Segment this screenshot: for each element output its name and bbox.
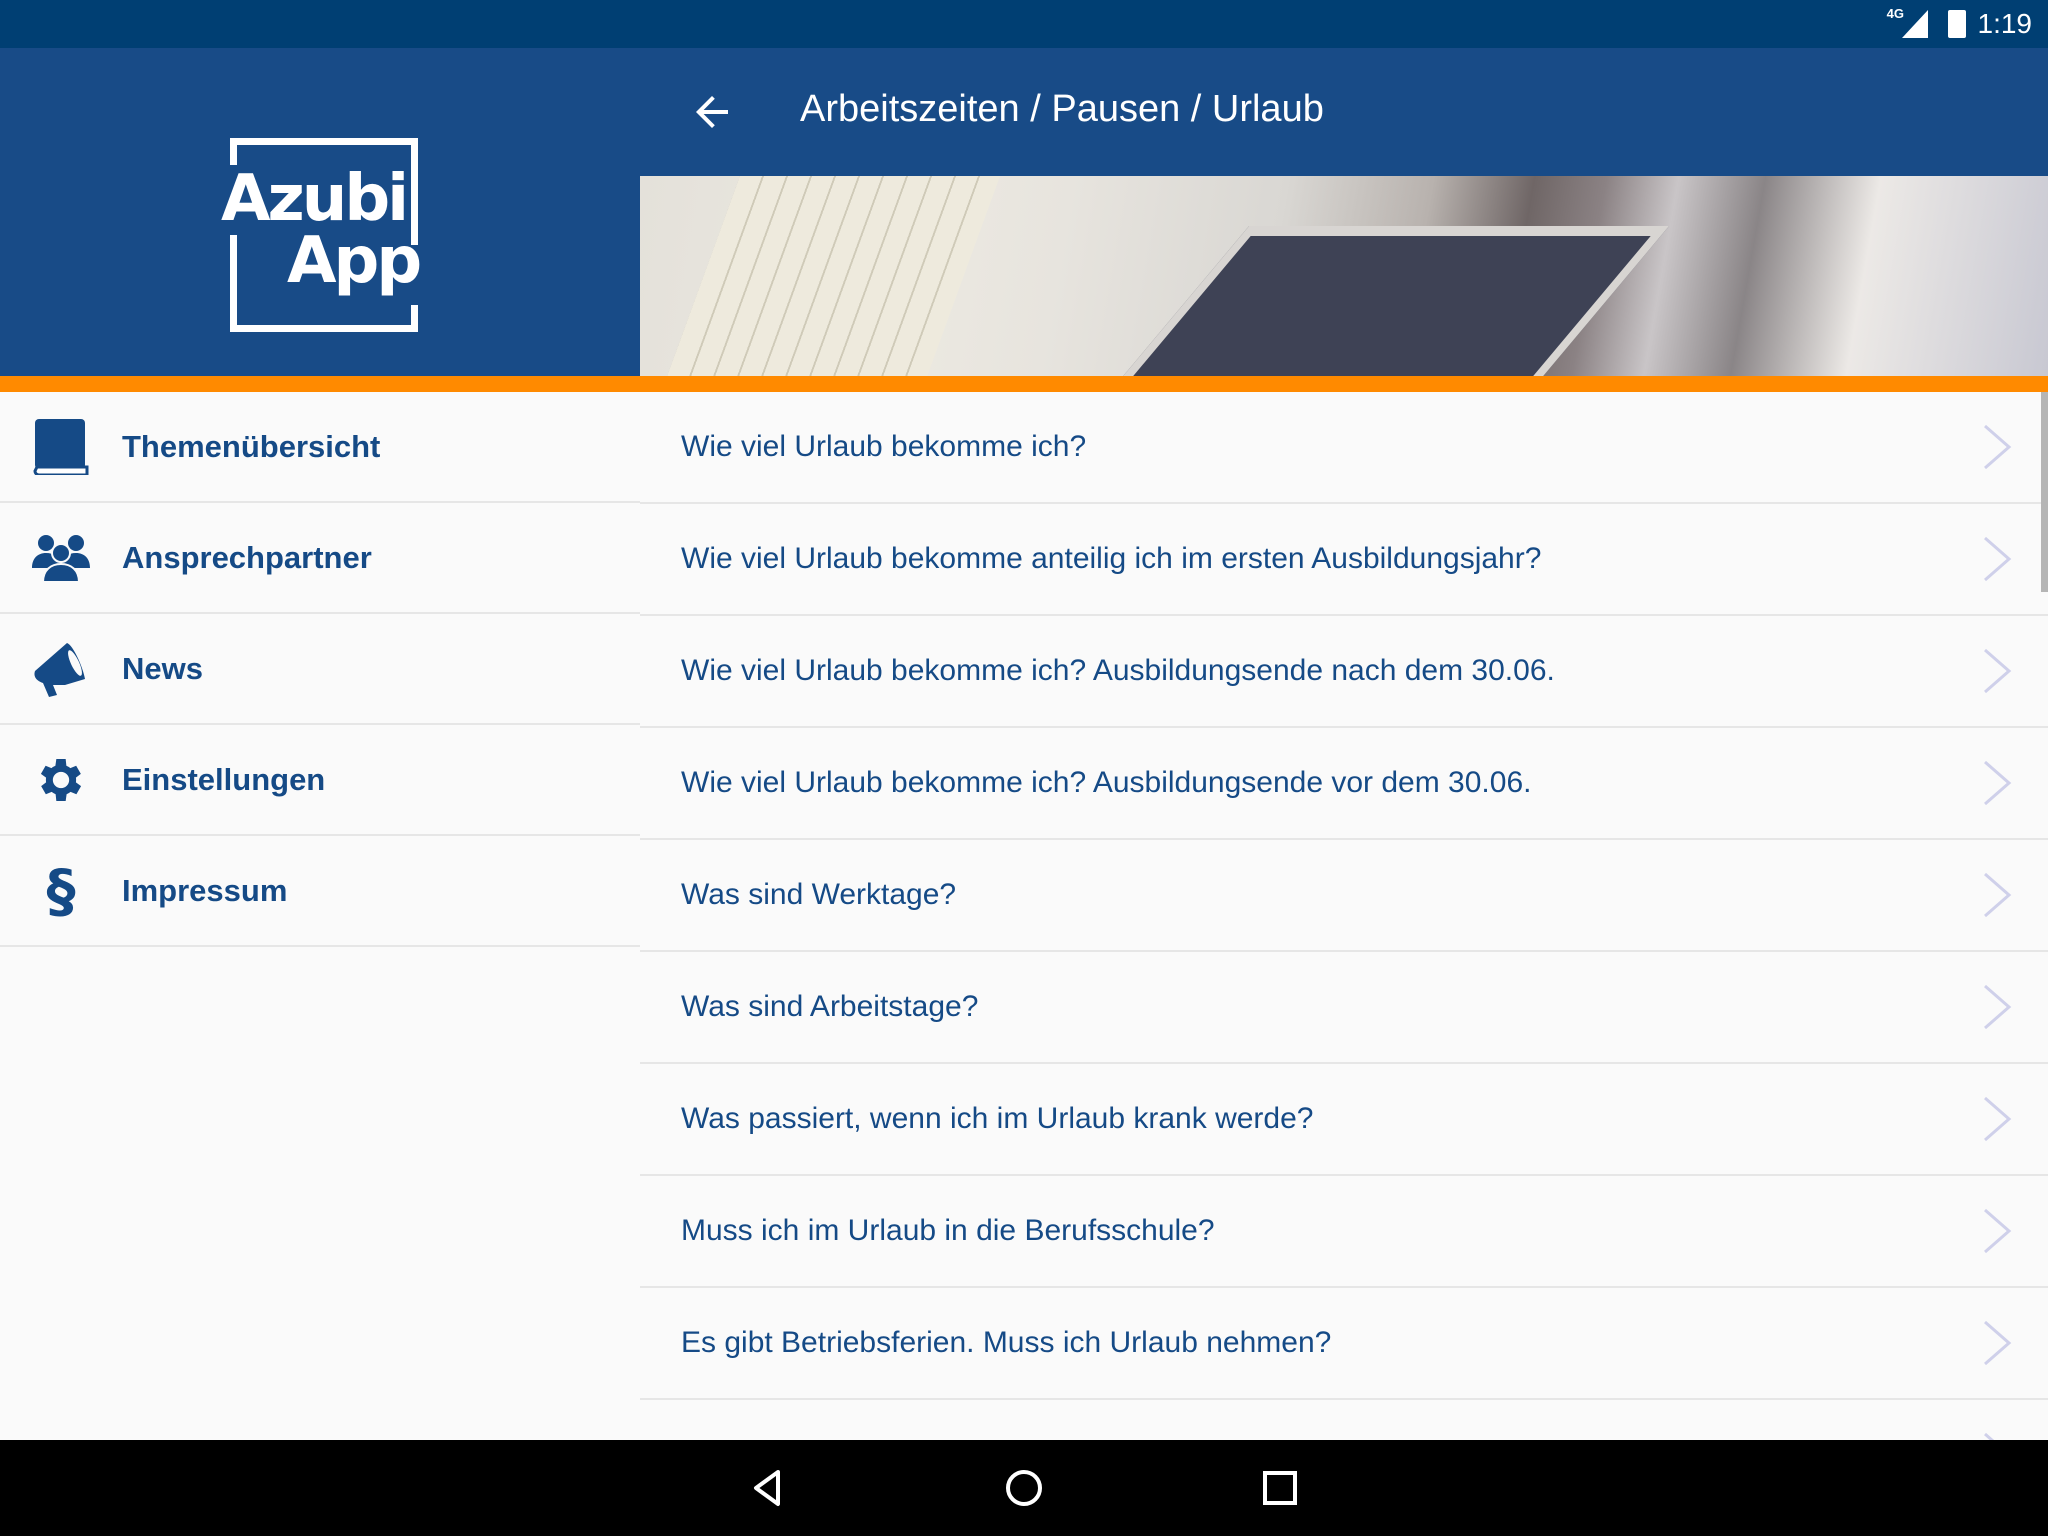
chevron-right-icon <box>1984 424 2012 470</box>
list-item[interactable]: Wie viel Urlaub bekomme anteilig ich im … <box>640 504 2048 616</box>
battery-icon <box>1948 10 1966 38</box>
arrow-left-icon <box>696 96 728 128</box>
clock: 1:19 <box>1977 8 2033 39</box>
sidebar-item-themenuebersicht[interactable]: Themenübersicht <box>0 392 640 503</box>
system-navigation-bar <box>0 1440 2048 1536</box>
list-item[interactable]: Es gibt Betriebsferien. Muss ich Urlaub … <box>640 1288 2048 1400</box>
list-item[interactable] <box>640 1400 2048 1440</box>
list-item[interactable]: Wie viel Urlaub bekomme ich? Ausbildungs… <box>640 728 2048 840</box>
sidebar-item-impressum[interactable]: § Impressum <box>0 836 640 947</box>
chevron-right-icon <box>1984 1096 2012 1142</box>
list-item[interactable]: Was sind Werktage? <box>640 840 2048 952</box>
sidebar-item-news[interactable]: News <box>0 614 640 725</box>
scrollbar[interactable] <box>2041 392 2048 592</box>
chevron-right-icon <box>1984 760 2012 806</box>
list-item-label: Was sind Werktage? <box>681 878 957 911</box>
list-item[interactable]: Wie viel Urlaub bekomme ich? <box>640 392 2048 504</box>
list-item-label: Wie viel Urlaub bekomme anteilig ich im … <box>681 542 1542 575</box>
header-image <box>640 176 2048 376</box>
chevron-right-icon <box>1984 1320 2012 1366</box>
chevron-right-icon <box>1984 984 2012 1030</box>
list-item[interactable]: Muss ich im Urlaub in die Berufsschule? <box>640 1176 2048 1288</box>
list-item-label: Was passiert, wenn ich im Urlaub krank w… <box>681 1102 1314 1135</box>
azubi-app-logo: Azubi App <box>221 138 422 332</box>
page-title: Arbeitszeiten / Pausen / Urlaub <box>800 88 1324 130</box>
list-item[interactable]: Wie viel Urlaub bekomme ich? Ausbildungs… <box>640 616 2048 728</box>
chevron-right-icon <box>1984 536 2012 582</box>
chevron-right-icon <box>1984 872 2012 918</box>
back-triangle-icon[interactable] <box>744 1464 792 1512</box>
signal-icon <box>1902 10 1928 38</box>
list-item-label: Muss ich im Urlaub in die Berufsschule? <box>681 1214 1215 1247</box>
list-item-label: Es gibt Betriebsferien. Muss ich Urlaub … <box>681 1326 1332 1359</box>
logo-panel: Azubi App <box>0 48 640 376</box>
paragraph-icon: § <box>46 856 76 925</box>
recents-square-icon[interactable] <box>1256 1464 1304 1512</box>
list-item-label: Wie viel Urlaub bekomme ich? <box>681 430 1087 463</box>
accent-divider <box>0 376 2048 392</box>
list-item-label: Wie viel Urlaub bekomme ich? Ausbildungs… <box>681 654 1555 687</box>
chevron-right-icon <box>1984 1208 2012 1254</box>
sidebar: Themenübersicht Ansprechpartner News Ein… <box>0 392 640 947</box>
app-bar: Arbeitszeiten / Pausen / Urlaub <box>640 48 2048 176</box>
chevron-right-icon <box>1984 648 2012 694</box>
chevron-right-icon <box>1984 1432 1995 1440</box>
list-item[interactable]: Was passiert, wenn ich im Urlaub krank w… <box>640 1064 2048 1176</box>
home-circle-icon[interactable] <box>1000 1464 1048 1512</box>
sidebar-item-einstellungen[interactable]: Einstellungen <box>0 725 640 836</box>
list-item-label: Wie viel Urlaub bekomme ich? Ausbildungs… <box>681 766 1532 799</box>
back-button[interactable] <box>688 88 736 136</box>
megaphone-icon <box>34 642 85 697</box>
sidebar-item-ansprechpartner[interactable]: Ansprechpartner <box>0 503 640 614</box>
gear-icon <box>40 758 82 801</box>
status-bar: 4G 1:19 <box>0 0 2048 48</box>
book-icon <box>33 418 89 475</box>
users-icon <box>32 534 90 582</box>
list-item-label: Was sind Arbeitstage? <box>681 990 979 1023</box>
question-list: Wie viel Urlaub bekomme ich? Wie viel Url… <box>640 392 2048 1440</box>
list-item[interactable]: Was sind Arbeitstage? <box>640 952 2048 1064</box>
